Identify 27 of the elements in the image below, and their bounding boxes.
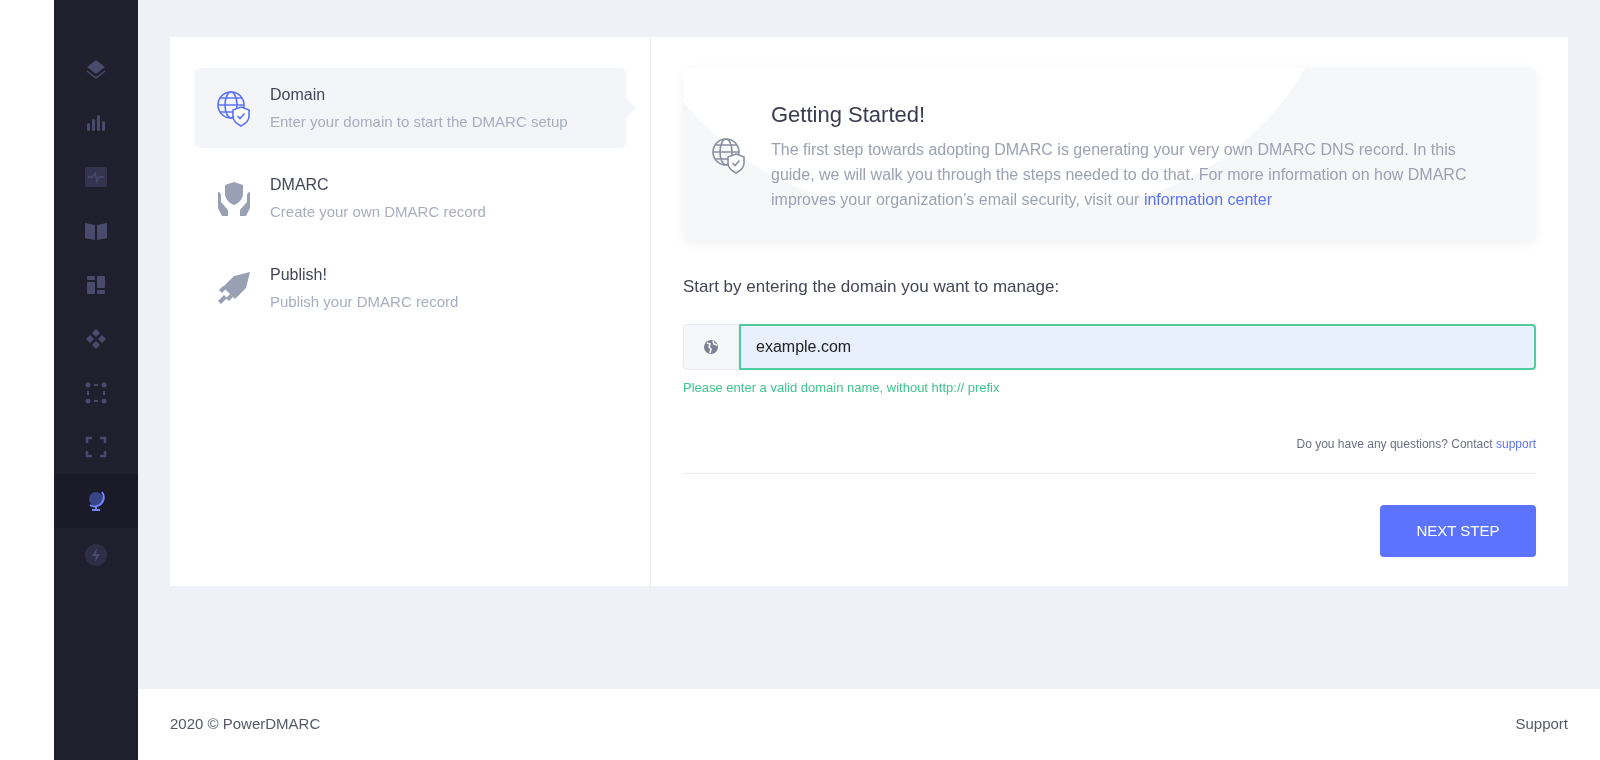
validation-hint: Please enter a valid domain name, without http:// prefix: [683, 378, 1001, 397]
support-footer-link[interactable]: Support: [1515, 713, 1568, 736]
step-title: DMARC: [270, 174, 330, 195]
layers-icon[interactable]: [84, 57, 108, 81]
bolt-icon[interactable]: [84, 543, 108, 567]
step-item[interactable]: Publish! Publish your DMARC record: [194, 248, 626, 328]
globe-icon: [703, 338, 719, 355]
step-description: Create your own DMARC record: [270, 201, 486, 222]
domain-label: Start by entering the domain you want to manage:: [683, 276, 1061, 298]
diamonds-icon[interactable]: [84, 327, 108, 351]
step-description: Enter your domain to start the DMARC setup: [270, 111, 568, 132]
help-text: Do you have any questions? Contact support: [1296, 436, 1536, 453]
intro-text: The first step towards adopting DMARC is generating your very own DMARC DNS record. In this guide, we will walk you through the steps needed to do that. For more information on how DMARC improves your organization’s email security, visit our information center: [771, 140, 1468, 210]
step-item[interactable]: Domain Enter your domain to start the DMARC setup: [194, 68, 626, 148]
copyright-text: 2020 © PowerDMARC: [170, 714, 321, 735]
step-title: Publish!: [270, 264, 328, 285]
step-title: Domain: [270, 84, 327, 105]
step-item[interactable]: DMARC Create your own DMARC record: [194, 158, 626, 238]
dashboard-icon[interactable]: [84, 273, 108, 297]
intro-title: Getting Started!: [771, 101, 927, 129]
dotted-frame-icon[interactable]: [84, 381, 108, 405]
pulse-icon[interactable]: [84, 165, 108, 189]
expand-icon[interactable]: [84, 435, 108, 459]
step-description: Publish your DMARC record: [270, 291, 459, 312]
next-step-button[interactable]: NEXT STEP: [1380, 505, 1536, 557]
information-center-link[interactable]: information center: [1143, 191, 1272, 208]
support-link[interactable]: support: [1495, 437, 1536, 451]
